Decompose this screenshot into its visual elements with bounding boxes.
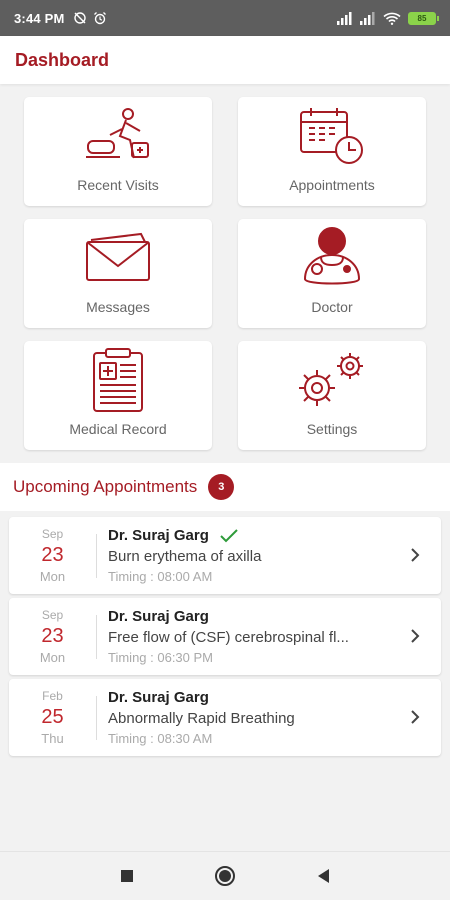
tile-appointments[interactable]: Appointments bbox=[238, 97, 426, 206]
tile-doctor[interactable]: Doctor bbox=[238, 219, 426, 328]
doctor-name: Dr. Suraj Garg bbox=[108, 608, 209, 625]
chevron-right-icon[interactable] bbox=[405, 626, 425, 646]
circle-icon bbox=[215, 866, 235, 886]
appointment-timing: Timing : 06:30 PM bbox=[108, 650, 214, 665]
date-weekday: Mon bbox=[39, 569, 66, 584]
count-badge: 3 bbox=[208, 474, 235, 500]
appointment-list: Sep 23 Mon Dr. Suraj Garg Burn erythema … bbox=[9, 517, 441, 760]
appointment-reason: Abnormally Rapid Breathing bbox=[108, 710, 295, 727]
appointment-card[interactable]: Sep 23 Mon Dr. Suraj Garg Free flow of (… bbox=[9, 598, 441, 675]
chevron-right-icon[interactable] bbox=[405, 545, 425, 565]
recents-button[interactable] bbox=[113, 862, 141, 890]
sync-off-icon bbox=[73, 12, 86, 24]
date-weekday: Thu bbox=[41, 731, 64, 746]
date-month: Sep bbox=[41, 527, 64, 541]
square-icon bbox=[121, 870, 133, 882]
tile-settings[interactable]: Settings bbox=[238, 341, 426, 450]
battery-icon: 85 bbox=[408, 11, 439, 25]
chevron-right-icon[interactable] bbox=[405, 707, 425, 727]
date-weekday: Mon bbox=[39, 650, 66, 665]
tile-label: Settings bbox=[306, 421, 358, 437]
appointment-date: Feb 25 Thu bbox=[9, 689, 96, 746]
date-month: Feb bbox=[42, 689, 63, 703]
tile-medical-record[interactable]: Medical Record bbox=[24, 341, 212, 450]
back-triangle-icon bbox=[318, 869, 329, 883]
doctor-icon bbox=[303, 227, 361, 285]
upcoming-appointments-header: Upcoming Appointments 3 bbox=[0, 463, 450, 511]
date-day: 25 bbox=[41, 706, 64, 728]
recent-visits-icon bbox=[86, 108, 149, 159]
page-title: Dashboard bbox=[15, 49, 110, 70]
tile-label: Medical Record bbox=[69, 421, 167, 437]
tile-label: Messages bbox=[86, 299, 150, 315]
signal-icon bbox=[337, 11, 352, 25]
appointment-card[interactable]: Feb 25 Thu Dr. Suraj Garg Abnormally Rap… bbox=[9, 679, 441, 756]
home-button[interactable] bbox=[211, 862, 239, 890]
appointment-card[interactable]: Sep 23 Mon Dr. Suraj Garg Burn erythema … bbox=[9, 517, 441, 594]
envelope-icon bbox=[86, 232, 150, 281]
tile-label: Doctor bbox=[311, 299, 353, 315]
appointment-timing: Timing : 08:30 AM bbox=[108, 731, 213, 746]
appointment-date: Sep 23 Mon bbox=[9, 608, 96, 665]
wifi-icon bbox=[383, 12, 401, 25]
system-nav-bar bbox=[0, 851, 450, 900]
status-bar: 3:44 PM 85 bbox=[0, 0, 450, 36]
signal-icon-2 bbox=[360, 11, 375, 25]
date-day: 23 bbox=[41, 544, 64, 566]
tile-messages[interactable]: Messages bbox=[24, 219, 212, 328]
appointment-date: Sep 23 Mon bbox=[9, 527, 96, 584]
appointment-reason: Burn erythema of axilla bbox=[108, 548, 262, 565]
section-title: Upcoming Appointments bbox=[13, 477, 198, 496]
check-icon bbox=[220, 528, 238, 542]
alarm-icon bbox=[93, 12, 106, 25]
gears-icon bbox=[299, 353, 363, 406]
date-month: Sep bbox=[41, 608, 64, 622]
back-button[interactable] bbox=[309, 862, 337, 890]
date-day: 23 bbox=[41, 625, 64, 647]
tile-label: Appointments bbox=[289, 177, 375, 193]
tile-recent-visits[interactable]: Recent Visits bbox=[24, 97, 212, 206]
calendar-clock-icon bbox=[300, 108, 363, 164]
tile-label: Recent Visits bbox=[77, 177, 159, 193]
appointment-timing: Timing : 08:00 AM bbox=[108, 569, 213, 584]
app-header: Dashboard bbox=[0, 36, 450, 84]
doctor-name: Dr. Suraj Garg bbox=[108, 527, 209, 544]
dashboard-grid: Recent Visits Appointments Messages Doct… bbox=[24, 97, 428, 450]
clipboard-icon bbox=[93, 348, 143, 412]
appointment-reason: Free flow of (CSF) cerebrospinal fl... bbox=[108, 629, 349, 646]
doctor-name: Dr. Suraj Garg bbox=[108, 689, 209, 706]
status-time: 3:44 PM bbox=[14, 10, 65, 26]
